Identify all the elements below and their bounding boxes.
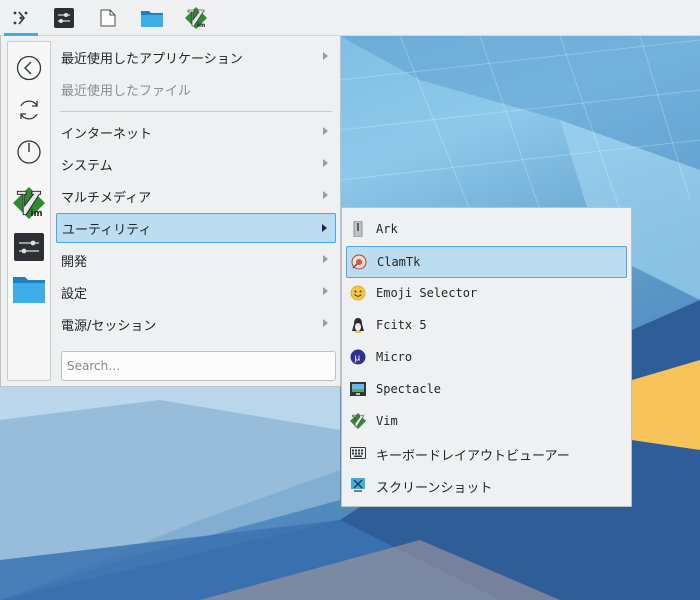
settings-sliders-icon: [14, 233, 44, 261]
vim-button[interactable]: im: [174, 0, 218, 36]
favorite-system-settings[interactable]: [11, 229, 47, 265]
folder-icon: [141, 10, 163, 27]
svg-text:im: im: [197, 22, 205, 29]
submenu-item-label: Micro: [376, 350, 413, 364]
submenu-item-label: Fcitx 5: [376, 318, 427, 332]
menu-item-recent-applications[interactable]: 最近使用したアプリケーション: [56, 42, 336, 72]
keyboard-icon: [350, 445, 366, 461]
application-launcher-button[interactable]: [0, 0, 42, 36]
svg-text:μ: μ: [355, 354, 361, 364]
file-manager-button[interactable]: [130, 0, 174, 36]
menu-item-utilities[interactable]: ユーティリティ: [56, 213, 336, 243]
submenu-item-screenshot[interactable]: スクリーンショット: [346, 470, 627, 502]
back-arrow-icon: [16, 55, 42, 81]
menu-item-system[interactable]: システム: [56, 149, 336, 179]
search-input[interactable]: [61, 351, 336, 381]
menu-item-label: 最近使用したアプリケーション: [61, 51, 243, 67]
system-settings-button[interactable]: [42, 0, 86, 36]
submenu-item-keyboard-layout-viewer[interactable]: キーボードレイアウトビューアー: [346, 438, 627, 470]
refresh-icon: [20, 100, 38, 120]
menu-item-development[interactable]: 開発: [56, 245, 336, 275]
chevron-right-icon: [323, 319, 328, 327]
menu-item-label: ユーティリティ: [62, 222, 152, 238]
spectacle-icon: [350, 381, 366, 397]
submenu-item-ark[interactable]: Ark: [346, 214, 627, 246]
micro-icon: μ: [350, 349, 366, 365]
menu-item-label: 設定: [61, 286, 88, 302]
submenu-item-emoji-selector[interactable]: Emoji Selector: [346, 278, 627, 310]
utilities-submenu: Ark ClamTk Emoji Selector Fcitx 5 μ Micr…: [341, 207, 632, 507]
application-menu: im 最近使用したアプリケーション 最近使用したファイル インターネット システ…: [0, 36, 341, 387]
menu-item-label: 電源/セッション: [61, 318, 157, 334]
clamtk-icon: [351, 254, 367, 270]
menu-separator: [60, 111, 332, 112]
menu-item-power-session[interactable]: 電源/セッション: [56, 309, 336, 339]
menu-item-label: インターネット: [61, 126, 153, 142]
chevron-right-icon: [323, 287, 328, 295]
submenu-item-spectacle[interactable]: Spectacle: [346, 374, 627, 406]
submenu-item-label: Spectacle: [376, 382, 442, 396]
power-icon: [17, 140, 41, 164]
menu-item-multimedia[interactable]: マルチメディア: [56, 181, 336, 211]
restart-button[interactable]: [11, 92, 47, 128]
submenu-item-micro[interactable]: μ Micro: [346, 342, 627, 374]
screenshot-icon: [350, 477, 366, 493]
chevron-right-icon: [322, 224, 327, 232]
menu-sidebar: im: [7, 41, 51, 381]
menu-item-internet[interactable]: インターネット: [56, 117, 336, 147]
vim-icon: [350, 413, 366, 429]
menu-item-label: 開発: [61, 254, 88, 270]
menu-item-recent-files: 最近使用したファイル: [56, 74, 336, 104]
ark-icon: [350, 221, 366, 237]
submenu-item-vim[interactable]: Vim: [346, 406, 627, 438]
submenu-item-fcitx5[interactable]: Fcitx 5: [346, 310, 627, 342]
submenu-item-clamtk[interactable]: ClamTk: [346, 246, 627, 278]
menu-item-label: システム: [61, 158, 113, 174]
chevron-right-icon: [323, 255, 328, 263]
menu-item-settings[interactable]: 設定: [56, 277, 336, 307]
vim-icon: im: [185, 6, 207, 29]
submenu-item-label: スクリーンショット: [376, 481, 493, 496]
svg-text:im: im: [30, 209, 42, 219]
favorite-vim[interactable]: im: [11, 185, 47, 221]
submenu-item-label: Vim: [376, 414, 398, 428]
launcher-icon: [13, 10, 28, 25]
settings-sliders-icon: [54, 7, 74, 28]
top-panel: im: [0, 0, 700, 36]
emoji-icon: [350, 285, 366, 301]
new-document-button[interactable]: [86, 0, 130, 36]
chevron-right-icon: [323, 52, 328, 60]
chevron-right-icon: [323, 191, 328, 199]
menu-item-label: マルチメディア: [61, 190, 152, 206]
penguin-icon: [350, 317, 366, 333]
menu-item-label: 最近使用したファイル: [61, 83, 192, 99]
submenu-item-label: Emoji Selector: [376, 286, 478, 300]
document-icon: [100, 9, 116, 26]
submenu-item-label: ClamTk: [377, 255, 421, 269]
submenu-item-label: Ark: [376, 222, 398, 236]
submenu-item-label: キーボードレイアウトビューアー: [376, 449, 570, 464]
favorite-file-manager[interactable]: [11, 271, 47, 307]
chevron-right-icon: [323, 127, 328, 135]
vim-icon: im: [13, 187, 45, 219]
folder-icon: [13, 277, 45, 303]
chevron-right-icon: [323, 159, 328, 167]
shutdown-button[interactable]: [11, 134, 47, 170]
back-button[interactable]: [11, 50, 47, 86]
